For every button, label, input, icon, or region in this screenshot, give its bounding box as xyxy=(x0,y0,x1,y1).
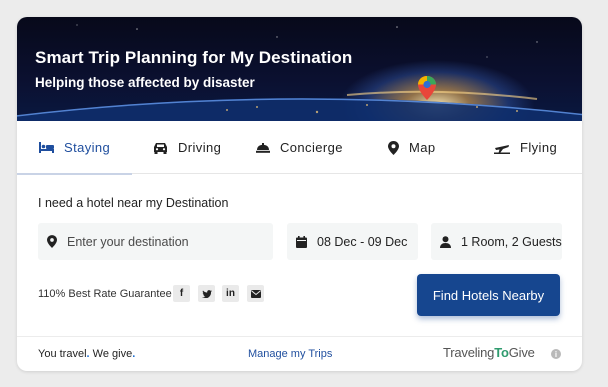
hero-subtitle: Helping those affected by disaster xyxy=(35,75,255,90)
car-icon xyxy=(154,142,167,154)
tab-label: Concierge xyxy=(280,140,343,155)
slogan: You travel. We give. xyxy=(38,348,135,360)
map-pin-icon xyxy=(418,76,436,100)
plane-icon xyxy=(494,144,510,154)
tab-staying[interactable]: Staying xyxy=(17,121,133,175)
brand-part: Give xyxy=(508,345,535,360)
linkedin-icon[interactable]: in xyxy=(222,285,239,302)
brand-part: Traveling xyxy=(443,345,495,360)
tab-driving[interactable]: Driving xyxy=(153,121,221,174)
search-heading: I need a hotel near my Destination xyxy=(38,196,229,210)
tab-map[interactable]: Map xyxy=(388,121,436,174)
calendar-icon xyxy=(296,235,307,248)
bell-icon xyxy=(256,142,270,153)
tab-bar: Staying Driving Concierge Map Flying xyxy=(17,121,582,175)
footer-divider xyxy=(17,336,582,337)
twitter-bird-shape xyxy=(201,289,212,298)
email-icon[interactable] xyxy=(247,285,264,302)
brand-part: To xyxy=(494,345,509,360)
info-icon[interactable]: i xyxy=(551,349,561,359)
earth-horizon-image xyxy=(17,24,582,121)
manage-trips-link[interactable]: Manage my Trips xyxy=(248,348,332,360)
destination-field[interactable] xyxy=(38,223,273,260)
slogan-dot: . xyxy=(132,348,136,360)
hero-banner: Smart Trip Planning for My Destination H… xyxy=(17,17,582,121)
location-icon xyxy=(47,235,57,248)
user-icon xyxy=(440,235,451,248)
tab-flying[interactable]: Flying xyxy=(494,121,557,174)
booking-widget: Smart Trip Planning for My Destination H… xyxy=(17,17,582,371)
destination-input[interactable] xyxy=(67,234,247,249)
facebook-icon[interactable]: f xyxy=(173,285,190,302)
envelope-shape xyxy=(250,289,261,298)
date-range-picker[interactable]: 08 Dec - 09 Dec xyxy=(287,223,418,260)
guests-selector[interactable]: 1 Room, 2 Guests xyxy=(431,223,562,260)
hero-title: Smart Trip Planning for My Destination xyxy=(35,48,353,67)
location-icon xyxy=(388,140,399,155)
bed-icon xyxy=(39,142,54,153)
slogan-part: You travel xyxy=(38,348,87,360)
find-hotels-button[interactable]: Find Hotels Nearby xyxy=(417,274,560,316)
tab-concierge[interactable]: Concierge xyxy=(256,121,343,174)
tab-label: Staying xyxy=(64,140,111,155)
twitter-icon[interactable] xyxy=(198,285,215,302)
tab-label: Map xyxy=(409,140,436,155)
date-range-value: 08 Dec - 09 Dec xyxy=(317,234,408,249)
tab-label: Driving xyxy=(178,140,222,155)
active-tab-indicator xyxy=(17,173,133,175)
slogan-part: We give xyxy=(89,348,133,360)
tab-label: Flying xyxy=(520,140,558,155)
rate-guarantee-text: 110% Best Rate Guarantee xyxy=(38,288,172,300)
brand-logo: TravelingToGive xyxy=(443,345,535,360)
guests-value: 1 Room, 2 Guests xyxy=(461,234,562,249)
